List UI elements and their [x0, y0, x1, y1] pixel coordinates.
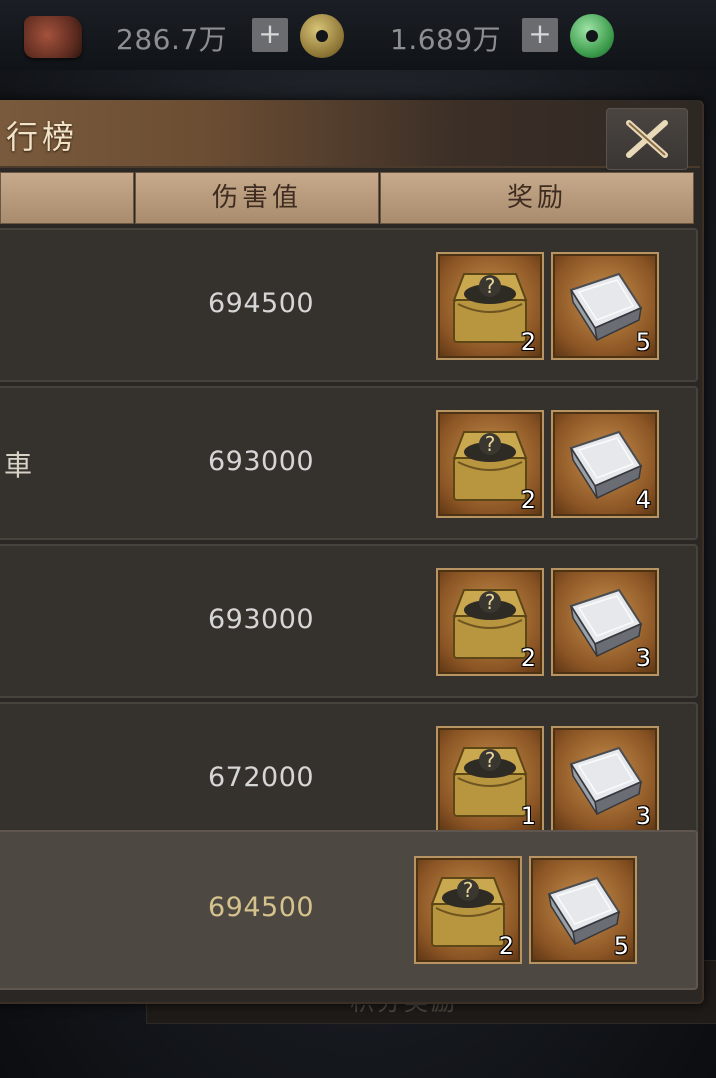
- my-damage-value: 694500: [208, 892, 315, 923]
- copper-amount: 286.7万: [116, 23, 228, 56]
- add-jade-button[interactable]: +: [522, 18, 558, 52]
- reward-quantity: 3: [635, 802, 651, 830]
- svg-text:?: ?: [485, 274, 496, 298]
- damage-value: 693000: [208, 604, 315, 635]
- svg-text:?: ?: [485, 748, 496, 772]
- column-header-damage: 伤害值: [135, 172, 379, 224]
- damage-value: 672000: [208, 762, 315, 793]
- reward-quantity: 2: [520, 328, 536, 356]
- damage-value: 693000: [208, 446, 315, 477]
- player-name: 車: [4, 449, 33, 482]
- reward-item[interactable]: ? 2: [436, 568, 544, 676]
- reward-quantity: 2: [520, 486, 536, 514]
- reward-item[interactable]: 3: [551, 726, 659, 834]
- add-copper-button[interactable]: +: [252, 18, 288, 52]
- reward-quantity: 2: [498, 932, 514, 960]
- panel-title: 行榜: [6, 118, 79, 156]
- reward-item[interactable]: 3: [551, 568, 659, 676]
- reward-item[interactable]: ? 1: [436, 726, 544, 834]
- jade-coin-icon: [570, 14, 614, 58]
- reward-item[interactable]: 4: [551, 410, 659, 518]
- currency-bar: 286.7万 + 1.689万 +: [0, 0, 716, 70]
- reward-item[interactable]: 5: [529, 856, 637, 964]
- reward-item[interactable]: 5: [551, 252, 659, 360]
- column-header-reward: 奖励: [380, 172, 694, 224]
- reward-quantity: 3: [635, 644, 651, 672]
- panel-header: [0, 100, 700, 168]
- close-button[interactable]: [606, 108, 688, 170]
- svg-text:?: ?: [485, 590, 496, 614]
- damage-value: 694500: [208, 288, 315, 319]
- reward-quantity: 4: [635, 486, 651, 514]
- reward-quantity: 5: [635, 328, 651, 356]
- column-header-name: [0, 172, 134, 224]
- reward-quantity: 2: [520, 644, 536, 672]
- close-x-icon: [626, 120, 668, 158]
- reward-item[interactable]: ? 2: [436, 410, 544, 518]
- reward-item[interactable]: ? 2: [436, 252, 544, 360]
- reward-quantity: 5: [613, 932, 629, 960]
- seal-icon: [24, 16, 82, 58]
- svg-text:?: ?: [485, 432, 496, 456]
- svg-text:?: ?: [463, 878, 474, 902]
- jade-amount: 1.689万: [390, 23, 502, 56]
- reward-item[interactable]: ? 2: [414, 856, 522, 964]
- copper-coin-icon: [300, 14, 344, 58]
- reward-quantity: 1: [520, 802, 536, 830]
